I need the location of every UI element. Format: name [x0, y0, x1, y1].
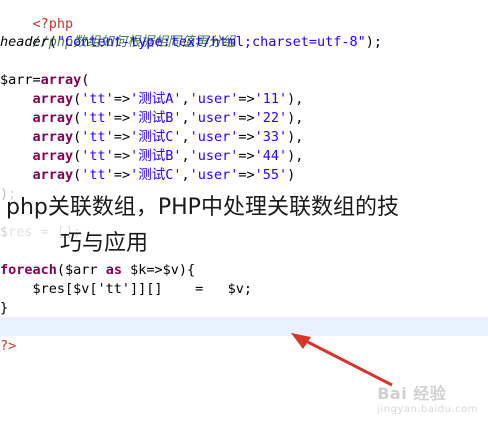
- watermark-brand: Bai 经验: [377, 384, 447, 403]
- watermark-url: jingyan.baidu.com: [377, 404, 478, 415]
- baidu-jingyan-watermark: Bai 经验 jingyan.baidu.com: [377, 380, 478, 415]
- arrow-shaft: [299, 336, 393, 387]
- red-arrow-annotation: [291, 333, 393, 387]
- arrow-head: [291, 333, 311, 349]
